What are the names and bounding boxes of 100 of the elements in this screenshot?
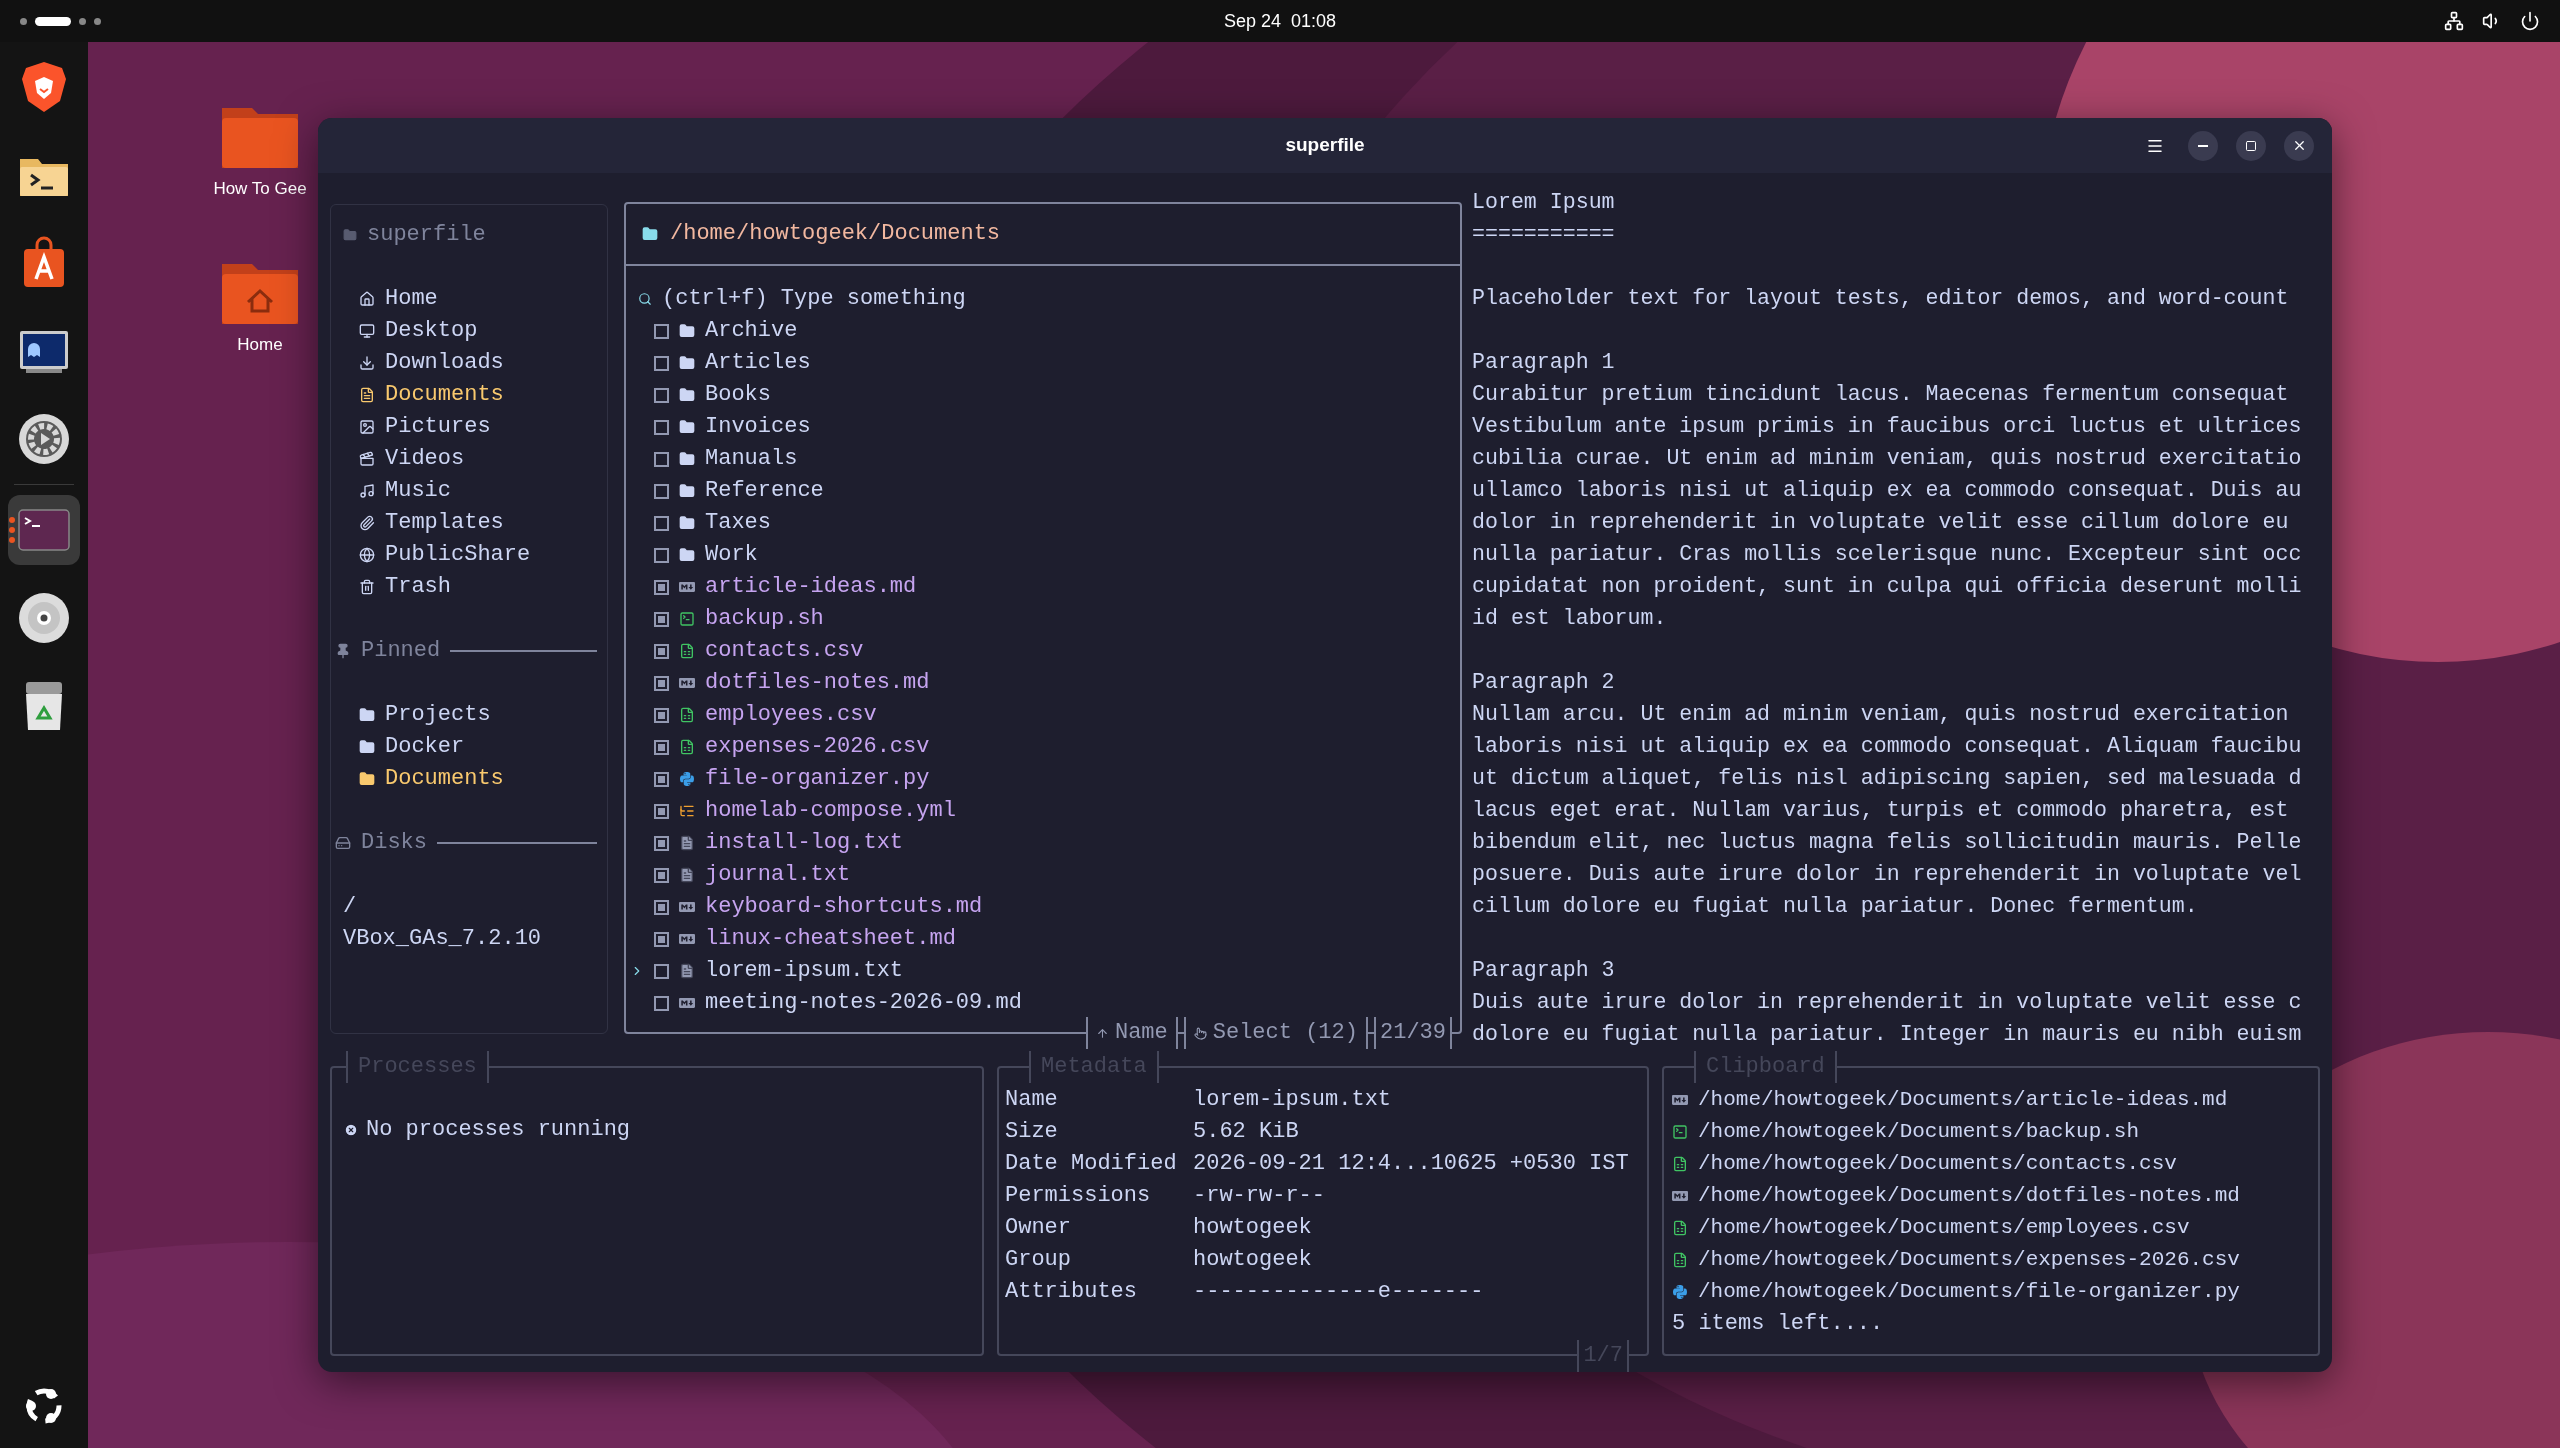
file-row[interactable]: Articles <box>626 347 1460 379</box>
file-row[interactable]: Reference <box>626 475 1460 507</box>
python-icon <box>1672 1284 1688 1300</box>
clipboard-item[interactable]: /home/howtogeek/Documents/contacts.csv <box>1672 1148 2310 1180</box>
checkbox[interactable] <box>654 387 669 403</box>
folder-icon <box>679 419 695 435</box>
file-row[interactable]: Invoices <box>626 411 1460 443</box>
checkbox[interactable] <box>654 611 669 627</box>
checkbox[interactable] <box>654 675 669 691</box>
file-row[interactable]: Taxes <box>626 507 1460 539</box>
sidebar-item[interactable]: Music <box>341 475 597 507</box>
network-icon[interactable] <box>2444 11 2464 31</box>
sidebar-item[interactable]: Documents <box>341 379 597 411</box>
desktop-icon-label[interactable]: How To Gee <box>213 176 307 202</box>
checkbox[interactable] <box>654 515 669 531</box>
power-icon[interactable] <box>2520 11 2540 31</box>
preview-line: Paragraph 1 <box>1472 349 1615 376</box>
folder-icon <box>679 483 695 499</box>
clipboard-item[interactable]: /home/howtogeek/Documents/file-organizer.py <box>1672 1276 2310 1308</box>
checkbox[interactable] <box>654 355 669 371</box>
folder-icon <box>359 707 375 723</box>
checkbox[interactable] <box>654 707 669 723</box>
file-row[interactable]: install-log.txt <box>626 827 1460 859</box>
checkbox[interactable] <box>654 643 669 659</box>
clipboard-item[interactable]: /home/howtogeek/Documents/expenses-2026.csv <box>1672 1244 2310 1276</box>
sidebar-item[interactable]: Templates <box>341 507 597 539</box>
pinned-item[interactable]: Documents <box>341 763 597 795</box>
checkbox[interactable] <box>654 483 669 499</box>
file-row[interactable]: Work <box>626 539 1460 571</box>
maximize-icon <box>2245 139 2257 152</box>
file-row[interactable]: Books <box>626 379 1460 411</box>
close-button[interactable] <box>2284 130 2314 161</box>
file-row[interactable]: employees.csv <box>626 699 1460 731</box>
sidebar-item[interactable]: Downloads <box>341 347 597 379</box>
terminal-icon <box>679 611 695 627</box>
checkbox[interactable] <box>654 963 669 979</box>
file-row[interactable]: lorem-ipsum.txt <box>626 955 1460 987</box>
sidebar-item[interactable]: Desktop <box>341 315 597 347</box>
checkbox[interactable] <box>654 899 669 915</box>
folder-icon <box>679 355 695 371</box>
sidebar-item[interactable]: Home <box>341 283 597 315</box>
clipboard-item[interactable]: /home/howtogeek/Documents/article-ideas.md <box>1672 1084 2310 1116</box>
checkbox[interactable] <box>654 803 669 819</box>
clipboard-item[interactable]: /home/howtogeek/Documents/employees.csv <box>1672 1212 2310 1244</box>
file-row[interactable]: meeting-notes-2026-09.md <box>626 987 1460 1019</box>
metadata-value: -rw-rw-r-- <box>1193 1182 1326 1210</box>
file-row[interactable]: linux-cheatsheet.md <box>626 923 1460 955</box>
preview-line: Duis aute irure dolor in reprehenderit in voluptate velit esse c <box>1472 989 2302 1016</box>
checkbox[interactable] <box>654 547 669 563</box>
file-row[interactable]: Archive <box>626 315 1460 347</box>
metadata-label: Size <box>1005 1118 1059 1146</box>
house-icon <box>359 291 375 307</box>
sort-indicator[interactable]: Name <box>1085 1017 1178 1049</box>
checkbox[interactable] <box>654 771 669 787</box>
checkbox[interactable] <box>654 995 669 1011</box>
folder-icon <box>642 226 658 242</box>
sidebar-item[interactable]: Videos <box>341 443 597 475</box>
disk-item[interactable]: VBox_GAs_7.2.10 <box>341 923 597 955</box>
file-row[interactable]: keyboard-shortcuts.md <box>626 891 1460 923</box>
file-row[interactable]: dotfiles-notes.md <box>626 667 1460 699</box>
pinned-item[interactable]: Docker <box>341 731 597 763</box>
spreadsheet-icon <box>679 739 695 755</box>
mode-indicator[interactable]: Select (12) <box>1183 1017 1368 1049</box>
checkbox[interactable] <box>654 739 669 755</box>
sidebar-item[interactable]: PublicShare <box>341 539 597 571</box>
sidebar-item[interactable]: Pictures <box>341 411 597 443</box>
file-row[interactable]: expenses-2026.csv <box>626 731 1460 763</box>
preview-line: cubilia curae. Ut enim ad minim veniam, quis nostrud exercitatio <box>1472 445 2302 472</box>
metadata-value: lorem-ipsum.txt <box>1193 1086 1392 1114</box>
clock[interactable]: Sep 24 01:08 <box>1223 7 1337 35</box>
file-row[interactable]: contacts.csv <box>626 635 1460 667</box>
clipboard-item[interactable]: /home/howtogeek/Documents/backup.sh <box>1672 1116 2310 1148</box>
file-row[interactable]: backup.sh <box>626 603 1460 635</box>
file-row[interactable]: journal.txt <box>626 859 1460 891</box>
checkbox[interactable] <box>654 931 669 947</box>
preview-line: Lorem Ipsum <box>1472 189 1615 216</box>
document-icon <box>679 835 695 851</box>
clipboard-item[interactable]: /home/howtogeek/Documents/dotfiles-notes.md <box>1672 1180 2310 1212</box>
desktop-icon-label[interactable]: Home <box>237 332 283 358</box>
file-row[interactable]: homelab-compose.yml <box>626 795 1460 827</box>
maximize-button[interactable] <box>2236 130 2266 161</box>
disk-item[interactable]: / <box>341 891 597 923</box>
paperclip-icon <box>359 515 375 531</box>
checkbox[interactable] <box>654 579 669 595</box>
file-row[interactable]: Manuals <box>626 443 1460 475</box>
checkbox[interactable] <box>654 867 669 883</box>
file-row[interactable]: file-organizer.py <box>626 763 1460 795</box>
sidebar-item[interactable]: Trash <box>341 571 597 603</box>
checkbox[interactable] <box>654 451 669 467</box>
checkbox[interactable] <box>654 419 669 435</box>
checkbox[interactable] <box>654 835 669 851</box>
current-path: /home/howtogeek/Documents <box>670 220 1001 248</box>
search-field[interactable]: (ctrl+f) Type something <box>662 283 1262 315</box>
pinned-item[interactable]: Projects <box>341 699 597 731</box>
checkbox[interactable] <box>654 323 669 339</box>
file-row[interactable]: article-ideas.md <box>626 571 1460 603</box>
preview-line: bibendum elit, nec luctus magna felis sollicitudin mauris. Pelle <box>1472 829 2302 856</box>
workspace-indicator[interactable] <box>20 16 101 26</box>
minimize-button[interactable] <box>2188 130 2218 161</box>
metadata-label: Group <box>1005 1246 1072 1274</box>
